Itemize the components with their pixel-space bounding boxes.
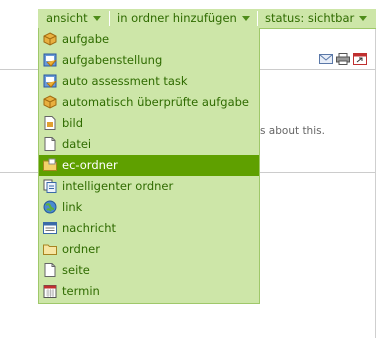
add-to-folder-button[interactable]: in ordner hinzufügen [117,9,250,28]
chevron-down-icon [241,16,250,21]
separator [109,11,110,26]
menu-item-intelligenter-ordner[interactable]: intelligenter ordner [39,176,259,197]
calendar-icon [43,284,57,298]
menu-item-nachricht[interactable]: nachricht [39,218,259,239]
status-menu-button[interactable]: status: sichtbar [265,9,368,28]
content-right-border [375,9,376,338]
file-icon [43,137,57,151]
menu-item-aufgabenstellung[interactable]: aufgabenstellung [39,50,259,71]
menu-item-bild[interactable]: bild [39,113,259,134]
folder-icon [43,158,57,172]
package-icon [43,32,57,46]
assignment-icon [43,53,57,67]
globe-icon [43,200,57,214]
chevron-down-icon [359,16,368,21]
menu-item-datei[interactable]: datei [39,134,259,155]
menu-item-ordner[interactable]: ordner [39,239,259,260]
add-item-dropdown: aufgabe aufgabenstellung auto assessment… [38,28,260,304]
menu-item-auto-assessment-task[interactable]: auto assessment task [39,71,259,92]
package-icon [43,95,57,109]
menu-item-automatisch-ueberpruefte-aufgabe[interactable]: automatisch überprüfte aufgabe [39,92,259,113]
print-icon[interactable] [336,53,350,68]
description-text: s about this. [260,125,325,137]
menu-item-termin[interactable]: termin [39,281,259,302]
assignment-icon [43,74,57,88]
image-icon [43,116,57,130]
smart-folder-icon [43,179,57,193]
menu-item-ec-ordner[interactable]: ec-ordner [39,155,259,176]
chevron-down-icon [92,16,101,21]
separator [257,11,258,26]
menu-item-seite[interactable]: seite [39,260,259,281]
status-label: status: sichtbar [265,11,355,25]
view-menu-button[interactable]: ansicht [46,9,101,28]
menu-item-aufgabe[interactable]: aufgabe [39,29,259,50]
content-actions-bar: ansicht in ordner hinzufügen status: sic… [38,9,376,29]
add-to-folder-label: in ordner hinzufügen [117,11,237,25]
page-icon [43,263,57,277]
folder-icon [43,242,57,256]
menu-item-link[interactable]: link [39,197,259,218]
news-icon [43,221,57,235]
send-to-icon[interactable] [319,53,333,68]
view-menu-label: ansicht [46,11,88,25]
full-screen-icon[interactable] [353,53,367,68]
